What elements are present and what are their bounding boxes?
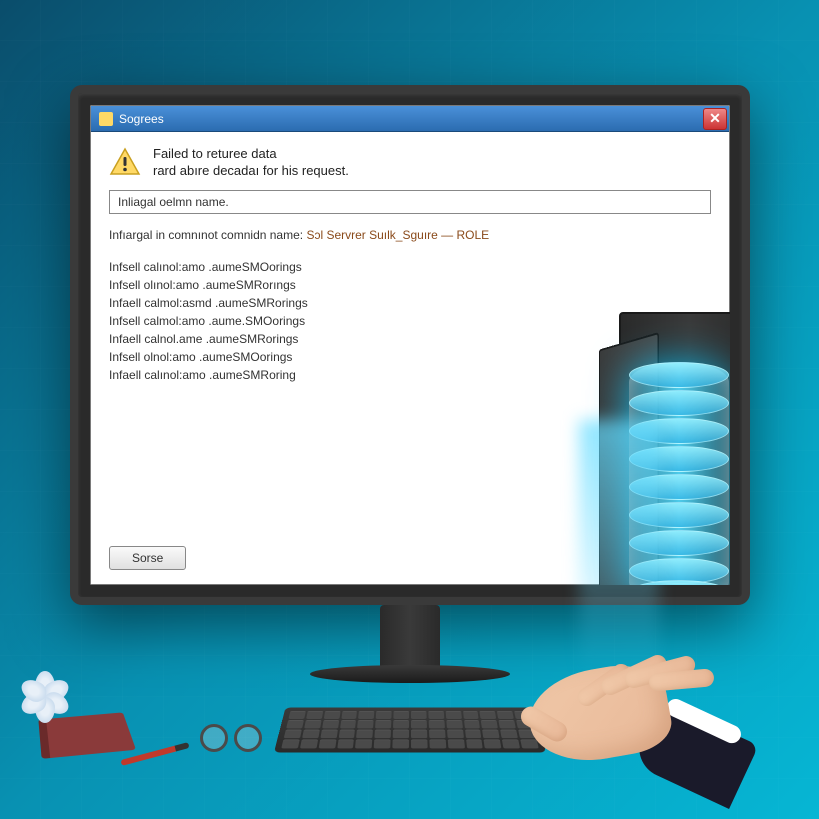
error-detail: Infıargal in comnınot comnidn name: Sɔl … [109, 228, 711, 242]
error-stack-list: Infsell calınol:amo .aumeSMOorings Infse… [109, 260, 711, 382]
close-icon: ✕ [709, 110, 721, 127]
list-item: Infaell calmol:asmd .aumeSMRorings [109, 296, 711, 310]
flower [20, 659, 70, 709]
error-line-2: rard abıre decadaı for his request. [153, 163, 349, 180]
monitor-base [310, 665, 510, 683]
error-line-1: Failed to returee data [153, 146, 349, 163]
column-name-field[interactable]: Inliagal oelmn name. [109, 190, 711, 214]
close-button[interactable]: ✕ [703, 108, 727, 130]
warning-icon [109, 146, 141, 178]
list-item: Infaell calnol.ame .aumeSMRorings [109, 332, 711, 346]
eyeglasses [200, 724, 270, 749]
error-message: Failed to returee data rard abıre decada… [153, 146, 349, 180]
list-item: Infsell olınol:amo .aumeSMRorıngs [109, 278, 711, 292]
source-button[interactable]: Sorse [109, 546, 186, 570]
dialog-button-row: Sorse [109, 532, 711, 570]
dialog-content: Failed to returee data rard abıre decada… [91, 132, 729, 584]
hand-illustration [489, 609, 749, 789]
monitor-screen: Sogrees ✕ Failed to returee data rard ab… [90, 105, 730, 585]
titlebar-left: Sogrees [99, 112, 164, 126]
dialog-titlebar: Sogrees ✕ [91, 106, 729, 132]
app-icon [99, 112, 113, 126]
keyboard [274, 707, 546, 752]
list-item: Infsell olnol:amo .aumeSMOorings [109, 350, 711, 364]
error-dialog: Sogrees ✕ Failed to returee data rard ab… [90, 105, 730, 585]
list-item: Infsell calınol:amo .aumeSMOorings [109, 260, 711, 274]
error-header: Failed to returee data rard abıre decada… [109, 146, 711, 180]
detail-sql: Sɔl Servrer Suılk_Sguıre — ROLE [306, 228, 489, 242]
dialog-title: Sogrees [119, 112, 164, 126]
detail-prefix: Infıargal in comnınot comnidn name: [109, 228, 303, 242]
list-item: Infaell calınol:amo .aumeSMRoring [109, 368, 711, 382]
notebook [38, 712, 136, 758]
list-item: Infsell calmol:amo .aume.SMOorings [109, 314, 711, 328]
monitor-frame: Sogrees ✕ Failed to returee data rard ab… [70, 85, 750, 605]
